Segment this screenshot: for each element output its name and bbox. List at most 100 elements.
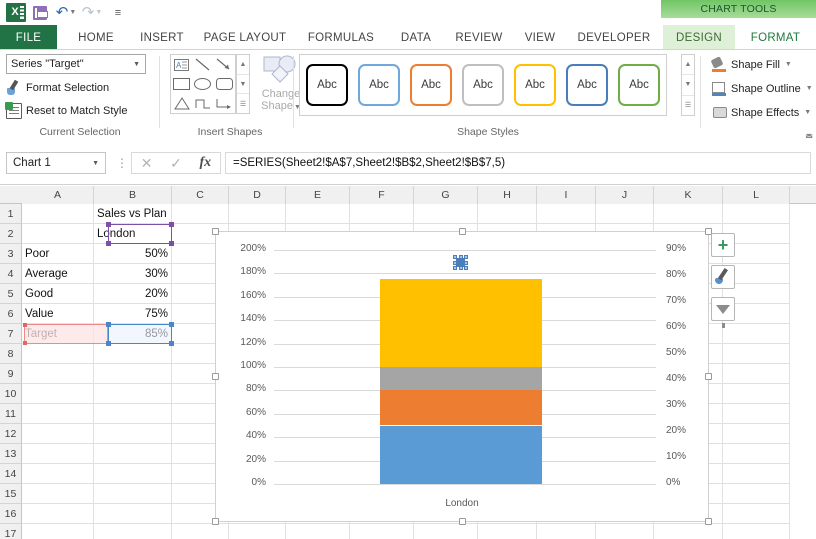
row-header-6[interactable]: 6 (0, 304, 22, 324)
row-header-10[interactable]: 10 (0, 384, 22, 404)
cell-G17[interactable] (414, 524, 478, 539)
scroll-down-icon[interactable]: ▼ (682, 75, 694, 96)
cancel-icon[interactable]: ✕ (141, 155, 153, 172)
cell-A10[interactable] (22, 384, 94, 404)
cell-L9[interactable] (723, 364, 790, 384)
cell-A4[interactable]: Average (22, 264, 94, 284)
row-header-7[interactable]: 7 (0, 324, 22, 344)
row-header-17[interactable]: 17 (0, 524, 22, 539)
tab-page-layout[interactable]: PAGE LAYOUT (195, 25, 295, 50)
tab-data[interactable]: DATA (389, 25, 443, 50)
row-header-3[interactable]: 3 (0, 244, 22, 264)
undo-icon[interactable]: ↶ ▼ (54, 2, 78, 24)
column-header-J[interactable]: J (596, 186, 654, 204)
cell-H1[interactable] (478, 204, 537, 224)
bar-segment-poor[interactable] (380, 425, 542, 484)
row-header-11[interactable]: 11 (0, 404, 22, 424)
cell-L1[interactable] (723, 204, 790, 224)
cell-A9[interactable] (22, 364, 94, 384)
cell-A5[interactable]: Good (22, 284, 94, 304)
column-header-L[interactable]: L (723, 186, 790, 204)
row-header-14[interactable]: 14 (0, 464, 22, 484)
cell-B6[interactable]: 75% (94, 304, 172, 324)
cell-J1[interactable] (596, 204, 654, 224)
cell-B17[interactable] (94, 524, 172, 539)
marker-selection-handle[interactable] (464, 266, 468, 270)
reset-to-match-style-button[interactable]: Reset to Match Style (5, 102, 128, 119)
cell-A3[interactable]: Poor (22, 244, 94, 264)
cell-H17[interactable] (478, 524, 537, 539)
shape-style-7[interactable]: Abc (618, 64, 660, 106)
elbow-connector-shape[interactable] (192, 94, 213, 113)
chart-element-selector[interactable]: Series "Target" ▼ (6, 54, 146, 74)
tab-formulas[interactable]: FORMULAS (299, 25, 383, 50)
cell-L12[interactable] (723, 424, 790, 444)
cell-J17[interactable] (596, 524, 654, 539)
row-header-2[interactable]: 2 (0, 224, 22, 244)
cell-C1[interactable] (172, 204, 229, 224)
marker-selection-handle[interactable] (453, 266, 457, 270)
cell-L14[interactable] (723, 464, 790, 484)
redo-icon[interactable]: ↷ ▼ (80, 2, 104, 24)
cell-A13[interactable] (22, 444, 94, 464)
marker-selection-handle[interactable] (458, 255, 463, 259)
marker-selection-handle[interactable] (458, 266, 463, 270)
shape-style-2[interactable]: Abc (358, 64, 400, 106)
cell-K17[interactable] (654, 524, 723, 539)
cell-B4[interactable]: 30% (94, 264, 172, 284)
shape-style-3[interactable]: Abc (410, 64, 452, 106)
marker-selection-handle[interactable] (453, 260, 457, 265)
cell-B13[interactable] (94, 444, 172, 464)
cell-B3[interactable]: 50% (94, 244, 172, 264)
cell-B10[interactable] (94, 384, 172, 404)
rectangle-shape[interactable] (171, 74, 192, 93)
chart-filters-button[interactable] (711, 297, 735, 328)
cell-F17[interactable] (350, 524, 414, 539)
tab-file[interactable]: FILE (0, 25, 57, 50)
marker-selection-handle[interactable] (464, 260, 468, 265)
cell-B8[interactable] (94, 344, 172, 364)
cell-A8[interactable] (22, 344, 94, 364)
cell-F1[interactable] (350, 204, 414, 224)
cell-L8[interactable] (723, 344, 790, 364)
cell-I17[interactable] (537, 524, 596, 539)
tab-view[interactable]: VIEW (515, 25, 565, 50)
cell-A14[interactable] (22, 464, 94, 484)
bar-segment-value[interactable] (380, 279, 542, 367)
shape-style-1[interactable]: Abc (306, 64, 348, 106)
cell-A1[interactable] (22, 204, 94, 224)
column-header-C[interactable]: C (172, 186, 229, 204)
marker-selection-handle[interactable] (464, 255, 468, 259)
row-header-8[interactable]: 8 (0, 344, 22, 364)
chart-object[interactable]: 0% 20% 40% 60% 80% 100% 120% 140% 160% 180% 200% 0%… (212, 228, 712, 525)
shape-style-5[interactable]: Abc (514, 64, 556, 106)
cell-G1[interactable] (414, 204, 478, 224)
row-header-16[interactable]: 16 (0, 504, 22, 524)
cell-A11[interactable] (22, 404, 94, 424)
shape-effects-button[interactable]: Shape Effects ▼ (712, 105, 811, 120)
row-header-13[interactable]: 13 (0, 444, 22, 464)
chart-elements-button[interactable]: + (711, 233, 735, 257)
cell-L7[interactable] (723, 324, 790, 344)
cell-L17[interactable] (723, 524, 790, 539)
chart-styles-button[interactable] (711, 265, 735, 289)
column-header-B[interactable]: B (94, 186, 172, 204)
cell-B15[interactable] (94, 484, 172, 504)
textbox-shape[interactable]: A (171, 55, 192, 74)
shape-style-6[interactable]: Abc (566, 64, 608, 106)
cell-E17[interactable] (286, 524, 350, 539)
row-header-4[interactable]: 4 (0, 264, 22, 284)
cell-C17[interactable] (172, 524, 229, 539)
cell-A15[interactable] (22, 484, 94, 504)
shape-fill-button[interactable]: Shape Fill ▼ (712, 57, 792, 72)
cell-L16[interactable] (723, 504, 790, 524)
shape-style-4[interactable]: Abc (462, 64, 504, 106)
scroll-up-icon[interactable]: ▲ (682, 55, 694, 76)
cell-A16[interactable] (22, 504, 94, 524)
column-header-I[interactable]: I (537, 186, 596, 204)
shape-gallery-scrollbar[interactable]: ▲ ▼ ☰ (236, 54, 250, 114)
row-header-5[interactable]: 5 (0, 284, 22, 304)
column-header-D[interactable]: D (229, 186, 286, 204)
column-header-G[interactable]: G (414, 186, 478, 204)
insert-function-icon[interactable]: fx (199, 155, 211, 171)
